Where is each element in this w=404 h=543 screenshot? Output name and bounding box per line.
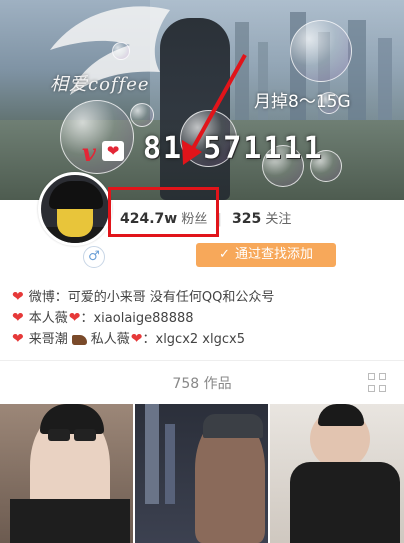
sunglasses-lens [74, 429, 96, 441]
bio-line: ❤ 微博：可爱的小来哥 没有任何QQ和公众号 [12, 287, 274, 308]
following-count[interactable]: 325 [232, 211, 261, 227]
bio-private-label: 私人薇 [90, 332, 130, 347]
red-highlight-box [108, 187, 219, 237]
bio-wechat-prefix: 本人薇 [28, 311, 68, 326]
red-arrow-annotation [182, 54, 247, 165]
heart-icon: ❤ [12, 310, 24, 326]
heart-icon: ❤ [12, 331, 24, 347]
cap [203, 414, 263, 438]
bio-wechat-id: ：xiaolaige88888 [80, 311, 194, 326]
avatar[interactable] [38, 172, 112, 246]
sunglasses-lens [48, 429, 70, 441]
video-thumbnail[interactable] [135, 404, 268, 543]
heart-icon: ❤ [12, 289, 24, 305]
bio-private-ids: ：xlgcx2 xlgcx5 [142, 332, 245, 347]
bio-line: ❤ 本人薇 ❤ ：xiaolaige88888 [12, 308, 274, 329]
heart-icon: ❤ [68, 310, 81, 326]
bio-brand-prefix: 来哥潮 [28, 332, 68, 347]
video-grid [0, 404, 404, 543]
bio-line: ❤ 来哥潮 私人薇 ❤ ：xlgcx2 xlgcx5 [12, 329, 274, 350]
following-label[interactable]: 关注 [265, 212, 291, 227]
add-via-search-button[interactable]: ✓ 通过查找添加 [196, 243, 336, 267]
check-icon: ✓ [219, 247, 230, 262]
video-thumbnail[interactable] [270, 404, 404, 543]
profile-bio: ❤ 微博：可爱的小来哥 没有任何QQ和公众号 ❤ 本人薇 ❤ ：xiaolaig… [12, 287, 274, 350]
grid-view-icon[interactable] [368, 373, 388, 393]
bio-weibo-text: 微博：可爱的小来哥 没有任何QQ和公众号 [28, 290, 275, 305]
video-thumbnail[interactable] [0, 404, 133, 543]
section-divider [0, 360, 404, 361]
profile-cover-banner: 相爱coffee 月掉8～15G v ❤ 81 571111 [0, 0, 404, 200]
add-button-label: 通过查找添加 [234, 247, 313, 262]
heart-icon: ❤ [130, 331, 143, 347]
shoe-icon [71, 334, 87, 345]
male-gender-icon: ♂ [83, 246, 105, 268]
black-sweater [290, 462, 400, 543]
works-count: 758 作品 [172, 376, 232, 392]
